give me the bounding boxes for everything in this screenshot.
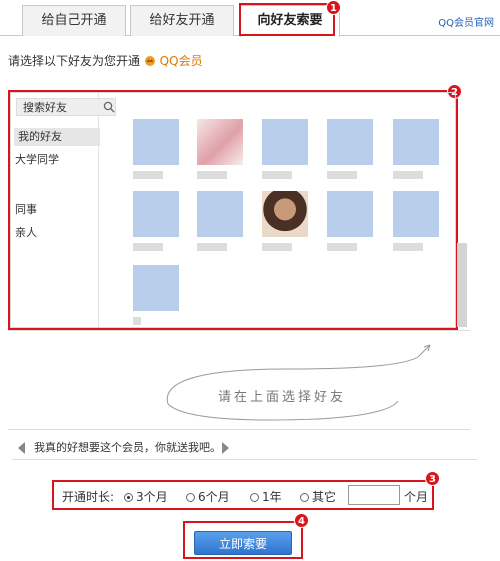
friend-item[interactable] [133, 119, 179, 179]
default-avatar-icon [197, 191, 243, 237]
radio-icon[interactable] [186, 493, 195, 502]
friend-item[interactable] [262, 191, 308, 251]
friend-name-blurred [393, 243, 423, 251]
friend-name-blurred [262, 171, 292, 179]
duration-option-other[interactable]: 其它 [300, 488, 336, 505]
group-family[interactable]: 亲人 [11, 224, 99, 242]
vip-official-link[interactable]: QQ会员官网 [438, 14, 494, 29]
hint-arrow-icon [166, 344, 431, 421]
friend-item[interactable] [197, 119, 243, 179]
friend-item[interactable] [327, 191, 373, 251]
friend-name-blurred [197, 171, 227, 179]
friend-avatar-grid [121, 93, 467, 327]
duration-option-3-months[interactable]: 3个月 [124, 488, 168, 505]
default-avatar-icon [133, 265, 179, 311]
tab-bar: 给自己开通 给好友开通 向好友索要 QQ会员官网 [0, 0, 500, 37]
default-avatar-icon [133, 191, 179, 237]
friend-name-blurred [262, 243, 292, 251]
radio-icon[interactable] [300, 493, 309, 502]
duration-option-1-year[interactable]: 1年 [250, 488, 282, 505]
duration-label: 开通时长: [62, 490, 115, 504]
friend-item[interactable] [327, 119, 373, 179]
friend-item[interactable] [262, 119, 308, 179]
default-avatar-icon [262, 119, 308, 165]
step-badge-1: 1 [326, 0, 341, 15]
friend-item[interactable] [133, 191, 179, 251]
request-now-button[interactable]: 立即索要 [194, 531, 292, 555]
group-colleagues[interactable]: 同事 [11, 201, 99, 219]
vip-crown-icon [144, 56, 155, 66]
months-unit-label: 个月 [404, 490, 429, 504]
friend-name-blurred [327, 243, 357, 251]
friend-item[interactable] [197, 191, 243, 251]
group-college-classmates[interactable]: 大学同学 [11, 151, 99, 169]
friend-list-scrollbar[interactable] [457, 243, 467, 327]
duration-selector: 开通时长: 3个月 6个月 1年 其它 个月 [52, 480, 434, 510]
friend-item[interactable] [393, 119, 439, 179]
hint-text: 请在上面选择好友 [218, 390, 347, 405]
step-badge-3: 3 [425, 471, 440, 486]
search-icon[interactable] [103, 101, 115, 113]
message-selector: 我真的好想要这个会员，你就送我吧。 [12, 436, 477, 460]
friend-picker: 搜索好友 我的好友 大学同学 同事 亲人 [10, 92, 467, 328]
radio-icon[interactable] [250, 493, 259, 502]
friend-item[interactable] [393, 191, 439, 251]
default-avatar-icon [393, 119, 439, 165]
vip-label: QQ会员 [159, 54, 203, 68]
friend-name-blurred [133, 171, 163, 179]
friend-item[interactable] [133, 265, 179, 325]
friend-name-blurred [393, 171, 423, 179]
friend-group-sidebar: 搜索好友 我的好友 大学同学 同事 亲人 [11, 93, 116, 327]
radio-checked-icon[interactable] [124, 493, 133, 502]
friend-name-blurred [197, 243, 227, 251]
select-friend-prompt: 请选择以下好友为您开通 QQ会员 [8, 52, 203, 69]
avatar [262, 191, 308, 237]
default-avatar-icon [393, 191, 439, 237]
request-message: 我真的好想要这个会员，你就送我吧。 [34, 441, 221, 454]
step-badge-4: 4 [294, 513, 309, 528]
next-message-icon[interactable] [222, 442, 229, 454]
default-avatar-icon [327, 191, 373, 237]
friend-search-input[interactable]: 搜索好友 [16, 98, 116, 116]
friend-name-blurred [133, 317, 141, 325]
custom-months-input[interactable] [348, 485, 400, 505]
duration-option-6-months[interactable]: 6个月 [186, 488, 230, 505]
default-avatar-icon [133, 119, 179, 165]
highlight-outline-submit: 立即索要 [183, 521, 303, 559]
friend-name-blurred [133, 243, 163, 251]
default-avatar-icon [327, 119, 373, 165]
tab-open-for-friend[interactable]: 给好友开通 [130, 5, 234, 36]
selected-friend-area: 请在上面选择好友 [8, 330, 470, 430]
tab-request-from-friend[interactable]: 向好友索要 [240, 5, 340, 37]
friend-name-blurred [327, 171, 357, 179]
prompt-text: 请选择以下好友为您开通 [8, 54, 141, 68]
previous-message-icon[interactable] [18, 442, 25, 454]
group-my-friends[interactable]: 我的好友 [14, 128, 100, 146]
avatar [197, 119, 243, 165]
tab-open-for-self[interactable]: 给自己开通 [22, 5, 126, 36]
